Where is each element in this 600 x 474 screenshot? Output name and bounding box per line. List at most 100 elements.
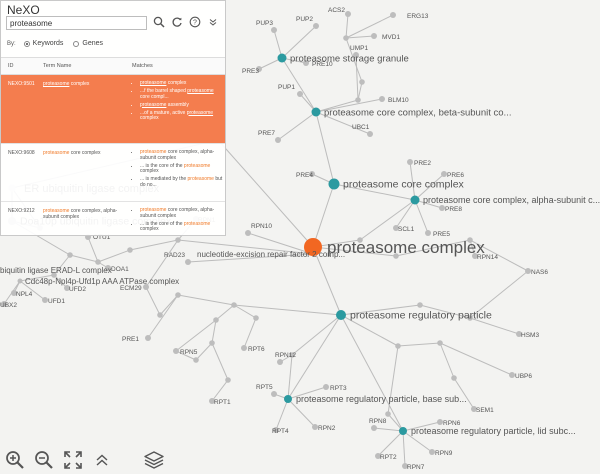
- junction-node[interactable]: [175, 292, 181, 298]
- zoom-in-icon[interactable]: [3, 448, 27, 472]
- gene-node-acs2[interactable]: [345, 11, 351, 17]
- term-label: proteasome storage granule: [290, 53, 409, 64]
- layers-icon[interactable]: [142, 448, 166, 472]
- gene-label: UBX2: [0, 302, 17, 309]
- graph-edge: [315, 111, 335, 185]
- graph-edge: [145, 286, 161, 316]
- gene-label: RPT5: [256, 384, 273, 391]
- gene-node-pre1[interactable]: [145, 335, 151, 341]
- junction-node[interactable]: [253, 315, 259, 321]
- gene-label: ERG13: [407, 13, 429, 20]
- junction-node[interactable]: [343, 35, 349, 41]
- gene-label: MVD1: [382, 34, 400, 41]
- term-node[interactable]: [328, 178, 340, 190]
- graph-edge: [287, 354, 293, 400]
- term-node[interactable]: [311, 107, 321, 117]
- junction-node[interactable]: [127, 247, 133, 253]
- search-icon[interactable]: [151, 14, 167, 30]
- gene-node-rad23[interactable]: [185, 259, 191, 265]
- gene-label: PRE8: [445, 206, 462, 213]
- gene-node-pup3[interactable]: [271, 27, 277, 33]
- radio-genes[interactable]: Genes: [73, 40, 103, 47]
- graph-edge: [359, 199, 416, 241]
- expand-up-icon[interactable]: [90, 448, 114, 472]
- graph-edge: [159, 294, 179, 316]
- gene-node-pup1[interactable]: [297, 91, 303, 97]
- gene-node-rpn5[interactable]: [173, 348, 179, 354]
- junction-node[interactable]: [355, 97, 361, 103]
- junction-node[interactable]: [175, 237, 181, 243]
- gene-label: RPN8: [369, 418, 387, 425]
- gene-node-pre7[interactable]: [275, 137, 281, 143]
- gene-node-rpt3[interactable]: [323, 384, 329, 390]
- term-label: proteasome regulatory particle: [350, 310, 492, 322]
- graph-edge: [277, 111, 317, 141]
- radio-keywords[interactable]: Keywords: [23, 40, 63, 47]
- gene-node-rpt5[interactable]: [271, 391, 277, 397]
- term-node[interactable]: [336, 310, 346, 320]
- term-id: NEXO:9501: [8, 81, 35, 87]
- gene-label: PRE4: [296, 172, 313, 179]
- gene-label: UFD2: [69, 286, 86, 293]
- fit-screen-icon[interactable]: [61, 448, 85, 472]
- junction-node[interactable]: [385, 411, 391, 417]
- gene-label: RPN10: [251, 223, 272, 230]
- refresh-icon[interactable]: [169, 14, 185, 30]
- match-item: ... is mediated by the proteasome but do…: [140, 176, 224, 188]
- term-node[interactable]: [410, 195, 420, 205]
- match-item: ...f the barrel shaped proteasome core c…: [140, 88, 224, 100]
- gene-node-rpn10[interactable]: [245, 230, 251, 236]
- match-item: proteasome assembly: [140, 102, 224, 109]
- term-node[interactable]: [277, 53, 287, 63]
- gene-node-pre5[interactable]: [425, 230, 431, 236]
- junction-node[interactable]: [95, 259, 101, 265]
- gene-label: RPT6: [248, 346, 265, 353]
- match-item: ...of a mature, active proteasome comple…: [140, 110, 224, 122]
- gene-node-blm10[interactable]: [379, 96, 385, 102]
- table-row[interactable]: NEXO:9212 proteasome core complex, alpha-…: [1, 202, 225, 235]
- junction-node[interactable]: [213, 317, 219, 323]
- gene-label: PRE7: [258, 130, 275, 137]
- junction-node[interactable]: [67, 252, 73, 258]
- gene-label: RPT3: [330, 385, 347, 392]
- gene-node-rpt6[interactable]: [241, 345, 247, 351]
- gene-label: BLM10: [388, 97, 409, 104]
- collapse-icon[interactable]: [205, 14, 221, 30]
- term-label: proteasome core complex, alpha-subunit c…: [423, 195, 600, 205]
- junction-node[interactable]: [209, 340, 215, 346]
- term-node[interactable]: [284, 395, 292, 403]
- col-header-matches: Matches: [132, 63, 153, 69]
- gene-node-pup2[interactable]: [313, 23, 319, 29]
- junction-node[interactable]: [157, 312, 163, 318]
- table-row[interactable]: NEXO:9608 proteasome core complex proteaso…: [1, 144, 225, 202]
- gene-node-pre2[interactable]: [407, 159, 413, 165]
- term-node[interactable]: [17, 278, 23, 284]
- junction-node[interactable]: [451, 375, 457, 381]
- gene-node-ubc1[interactable]: [367, 131, 373, 137]
- main-term-label: proteasome complex: [327, 238, 485, 257]
- search-input[interactable]: [6, 16, 147, 30]
- graph-edge: [129, 239, 179, 251]
- junction-node[interactable]: [437, 340, 443, 346]
- gene-label: DOA1: [111, 266, 129, 273]
- junction-node[interactable]: [395, 343, 401, 349]
- junction-node[interactable]: [193, 357, 199, 363]
- zoom-out-icon[interactable]: [32, 448, 56, 472]
- gene-node-rpn12[interactable]: [277, 359, 283, 365]
- graph-edge: [275, 398, 289, 431]
- graph-edge: [97, 249, 131, 263]
- graph-edge: [177, 294, 235, 306]
- term-node[interactable]: [399, 427, 407, 435]
- junction-node[interactable]: [225, 377, 231, 383]
- junction-node[interactable]: [359, 79, 365, 85]
- gene-node-mvd1[interactable]: [371, 33, 377, 39]
- gene-node-erg13[interactable]: [390, 12, 396, 18]
- junction-node[interactable]: [417, 302, 423, 308]
- junction-node[interactable]: [231, 302, 237, 308]
- gene-node-rpn8[interactable]: [371, 425, 377, 431]
- table-row[interactable]: NEXO:9501proteasome complexproteasome co…: [1, 75, 225, 144]
- results-table: ID Term Name Matches NEXO:9501 proteasome…: [1, 57, 225, 235]
- term-label: proteasome regulatory particle, base sub…: [296, 394, 467, 404]
- gene-label: UFD1: [48, 298, 65, 305]
- help-icon[interactable]: ?: [187, 14, 203, 30]
